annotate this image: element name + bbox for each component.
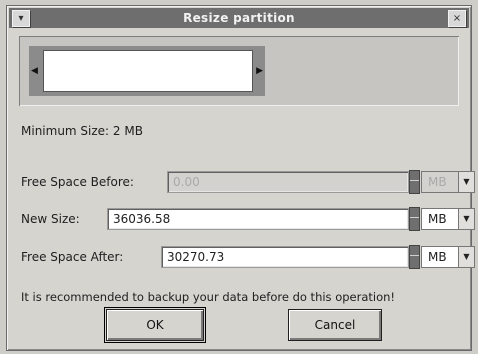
- new-size-unit: MB: [428, 212, 447, 226]
- cancel-button[interactable]: Cancel: [288, 309, 382, 341]
- free-space-before-row: Free Space Before: 0.00 MB ▼: [21, 170, 475, 194]
- title-bar[interactable]: ▾ Resize partition ×: [9, 8, 469, 28]
- backup-warning: It is recommended to backup your data be…: [21, 290, 396, 304]
- free-space-after-unit-select[interactable]: MB ▼: [421, 246, 475, 268]
- partition-graph: ◀ ▶: [19, 36, 459, 106]
- chevron-down-icon[interactable]: ▼: [458, 247, 474, 267]
- free-space-after-spin-icon[interactable]: [409, 245, 420, 269]
- new-size-unit-select[interactable]: MB ▼: [421, 208, 475, 230]
- free-space-before-input[interactable]: 0.00: [167, 171, 409, 193]
- close-icon[interactable]: ×: [448, 10, 466, 27]
- free-space-after-row: Free Space After: 30270.73 MB ▼: [21, 245, 475, 269]
- minimum-size-label: Minimum Size: 2 MB: [21, 124, 143, 138]
- new-size-row: New Size: 36036.58 MB ▼: [21, 207, 475, 231]
- resize-partition-dialog: ▾ Resize partition × ◀ ▶ Minimum Size: 2…: [6, 5, 475, 351]
- free-space-before-spin-icon[interactable]: [409, 170, 420, 194]
- free-space-after-input[interactable]: 30270.73: [161, 246, 409, 268]
- new-size-value: 36036.58: [113, 212, 171, 226]
- resize-handle-right-icon[interactable]: ▶: [256, 67, 263, 76]
- new-size-label: New Size:: [21, 212, 80, 226]
- free-space-before-unit-select[interactable]: MB ▼: [421, 171, 475, 193]
- free-space-before-unit: MB: [428, 175, 447, 189]
- partition-used-area: [43, 50, 253, 92]
- partition-block[interactable]: ◀ ▶: [29, 46, 265, 96]
- chevron-down-icon[interactable]: ▼: [458, 209, 474, 229]
- resize-handle-left-icon[interactable]: ◀: [31, 67, 38, 76]
- free-space-after-label: Free Space After:: [21, 250, 124, 264]
- new-size-input[interactable]: 36036.58: [107, 208, 409, 230]
- free-space-before-label: Free Space Before:: [21, 175, 134, 189]
- window-title: Resize partition: [183, 11, 295, 25]
- chevron-down-icon[interactable]: ▼: [458, 172, 474, 192]
- ok-button[interactable]: OK: [104, 307, 206, 343]
- free-space-after-unit: MB: [428, 250, 447, 264]
- free-space-after-value: 30270.73: [167, 250, 225, 264]
- new-size-spin-icon[interactable]: [409, 207, 420, 231]
- free-space-before-value: 0.00: [173, 175, 200, 189]
